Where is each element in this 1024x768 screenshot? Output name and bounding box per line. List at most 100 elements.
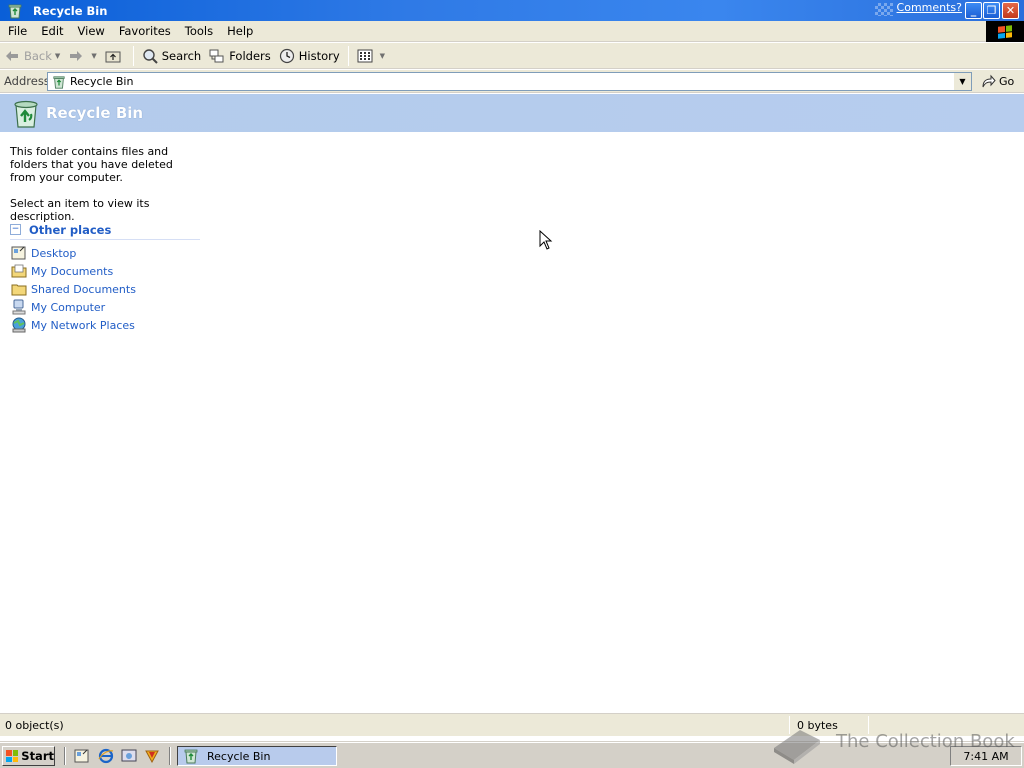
search-icon [142,48,158,64]
restore-button[interactable]: ❐ [983,2,1000,19]
history-label: History [298,48,340,63]
folders-label: Folders [229,48,271,63]
address-field[interactable]: Recycle Bin ▼ [47,72,972,91]
other-places-header[interactable]: − Other places [10,220,200,240]
views-dropdown-icon[interactable]: ▼ [380,52,385,60]
menu-favorites[interactable]: Favorites [112,24,178,38]
media-player-icon[interactable] [144,748,160,764]
comments-icon [874,3,893,16]
recycle-bin-icon [53,75,65,89]
place-my-documents[interactable]: My Documents [11,262,136,280]
taskbar-button-recycle-bin[interactable]: Recycle Bin [177,746,337,766]
task-pane: This folder contains files and folders t… [0,133,205,709]
system-tray: 7:41 AM [950,746,1022,766]
place-label: My Documents [31,264,114,278]
back-arrow-icon [4,48,20,64]
recycle-bin-icon [8,4,22,18]
start-button[interactable]: Start [2,746,55,766]
search-button[interactable]: Search [138,45,206,67]
folder-icon [11,284,27,296]
comments-label: Comments? [896,1,962,14]
menu-edit[interactable]: Edit [34,24,70,38]
recycle-bin-icon [14,100,38,128]
windows-flag-icon [6,750,19,762]
my-computer-icon [12,299,26,315]
object-count: 0 object(s) [5,719,64,732]
standard-toolbar: Back ▼ ▼ Search Folders History ▼ [0,43,1024,69]
address-label: Address [4,74,50,88]
forward-button[interactable]: ▼ [64,45,100,67]
network-places-icon [12,317,26,333]
taskbar-separator [64,747,66,765]
folders-button[interactable]: Folders [205,45,275,67]
place-label: My Computer [31,300,106,314]
chevron-down-icon: ▼ [959,77,966,86]
back-dropdown-icon[interactable]: ▼ [55,52,60,60]
taskbar: Start Recycle Bin 7:41 AM [0,742,1024,768]
views-icon [357,48,373,64]
folders-icon [209,48,225,64]
up-folder-button[interactable] [101,45,129,67]
address-dropdown-button[interactable]: ▼ [954,73,971,90]
place-shared-documents[interactable]: Shared Documents [11,280,136,298]
window-title: Recycle Bin [33,3,108,18]
toolbar-separator [132,45,134,66]
banner-title: Recycle Bin [46,104,144,122]
history-button[interactable]: History [275,45,344,67]
explorer-shortcut-icon[interactable] [121,748,137,764]
up-folder-icon [105,48,121,64]
close-button[interactable]: ✕ [1002,2,1019,19]
title-bar[interactable]: Recycle Bin Comments? _ ❐ ✕ [0,0,1024,21]
recycle-bin-icon [184,749,198,764]
go-button[interactable]: Go [980,72,1014,91]
windows-flag-icon [998,24,1012,39]
place-my-computer[interactable]: My Computer [11,298,136,316]
address-bar: Address Recycle Bin ▼ Go [0,70,1024,93]
views-button[interactable]: ▼ [353,45,389,67]
folder-description: This folder contains files and folders t… [10,145,173,184]
back-label: Back [24,48,52,63]
close-icon: ✕ [1005,4,1016,17]
place-label: Desktop [31,246,77,260]
forward-dropdown-icon[interactable]: ▼ [91,52,96,60]
mouse-cursor-icon [539,230,553,250]
folder-header-banner: Recycle Bin [0,94,1024,132]
show-desktop-icon[interactable] [74,748,90,764]
menu-view[interactable]: View [71,24,112,38]
menu-tools[interactable]: Tools [178,24,220,38]
my-documents-icon [11,264,27,278]
desktop-icon [11,246,26,260]
place-label: Shared Documents [31,282,136,296]
taskbar-separator [169,747,171,765]
forward-arrow-icon [68,48,84,64]
menu-help[interactable]: Help [220,24,260,38]
task-button-label: Recycle Bin [207,749,271,763]
place-desktop[interactable]: Desktop [11,244,136,262]
address-value: Recycle Bin [70,75,134,88]
place-my-network-places[interactable]: My Network Places [11,316,136,334]
minimize-button[interactable]: _ [965,2,982,19]
menu-bar: File Edit View Favorites Tools Help [0,21,1024,42]
toolbar-separator [347,45,349,66]
internet-explorer-icon[interactable] [98,748,114,764]
go-arrow-icon [982,74,996,87]
other-places-title: Other places [29,222,112,237]
restore-icon: ❐ [986,4,997,17]
minimize-icon: _ [970,4,977,17]
comments-link[interactable]: Comments? [874,1,962,16]
total-size: 0 bytes [797,719,838,732]
status-divider [868,716,869,734]
start-label: Start [21,749,54,763]
collapse-icon[interactable]: − [10,224,21,235]
history-icon [279,48,295,64]
back-button[interactable]: Back ▼ [0,45,64,67]
place-label: My Network Places [31,318,135,332]
clock[interactable]: 7:41 AM [963,750,1008,763]
other-places-list: Desktop My Documents Shared Documents My… [11,244,136,334]
file-list-area[interactable] [205,133,1024,709]
go-label: Go [999,75,1015,88]
search-label: Search [161,48,202,63]
status-bar: 0 object(s) 0 bytes [0,713,1024,736]
status-divider [789,716,790,734]
menu-file[interactable]: File [0,24,34,38]
